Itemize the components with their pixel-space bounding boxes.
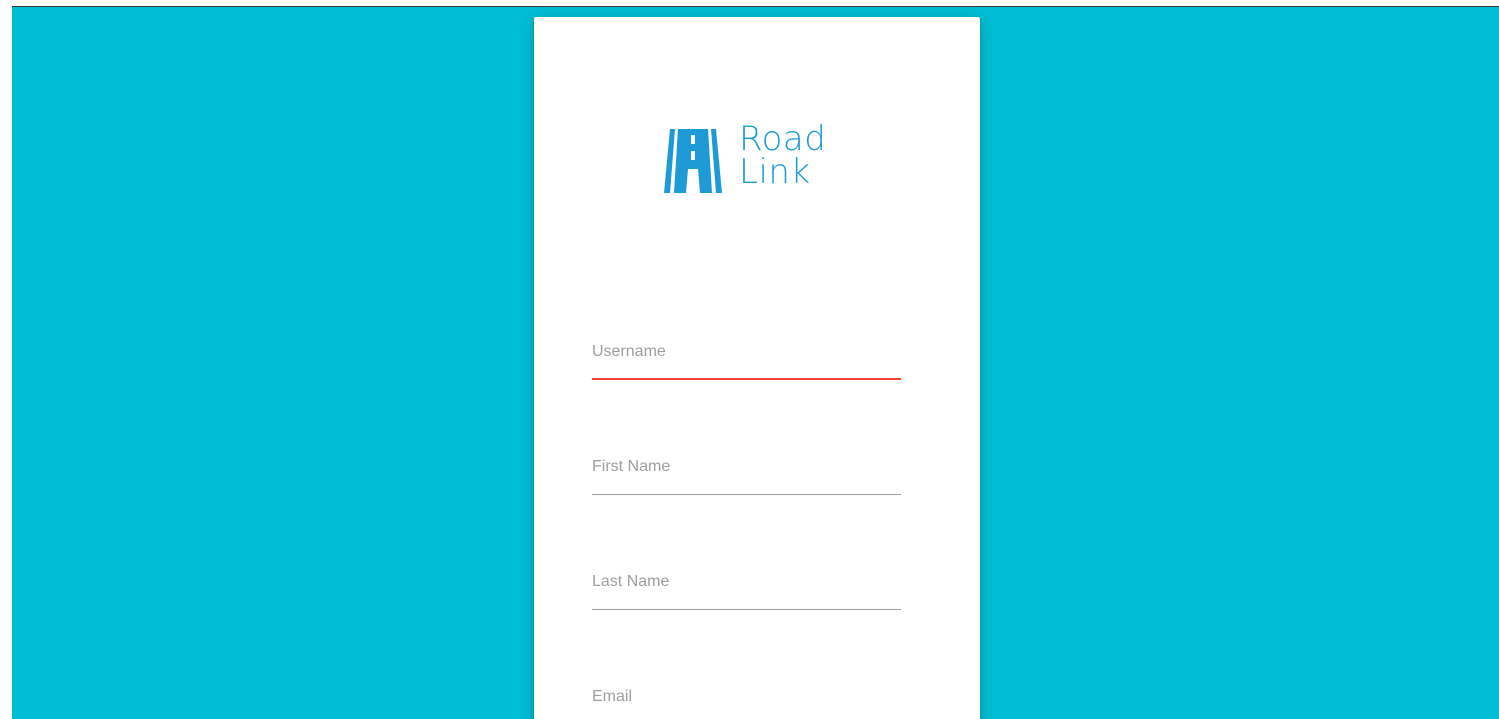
email-field[interactable]: Email [592, 680, 901, 719]
first-name-field[interactable]: First Name [592, 450, 901, 500]
brand-name: Road Link [739, 122, 826, 192]
road-logo-icon [664, 129, 722, 193]
first-name-underline [592, 494, 901, 495]
last-name-underline [592, 609, 901, 610]
email-input[interactable] [592, 680, 901, 719]
first-name-input[interactable] [592, 450, 901, 490]
brand-name-line2: Link [739, 152, 811, 192]
username-field[interactable]: Username [592, 335, 901, 385]
page-background: Road Link Username First Name Last Name … [12, 6, 1499, 719]
username-input[interactable] [592, 335, 901, 375]
last-name-field[interactable]: Last Name [592, 565, 901, 615]
signup-card: Road Link Username First Name Last Name … [534, 17, 980, 719]
last-name-input[interactable] [592, 565, 901, 605]
brand-logo: Road Link [664, 121, 834, 193]
username-underline [592, 378, 901, 380]
